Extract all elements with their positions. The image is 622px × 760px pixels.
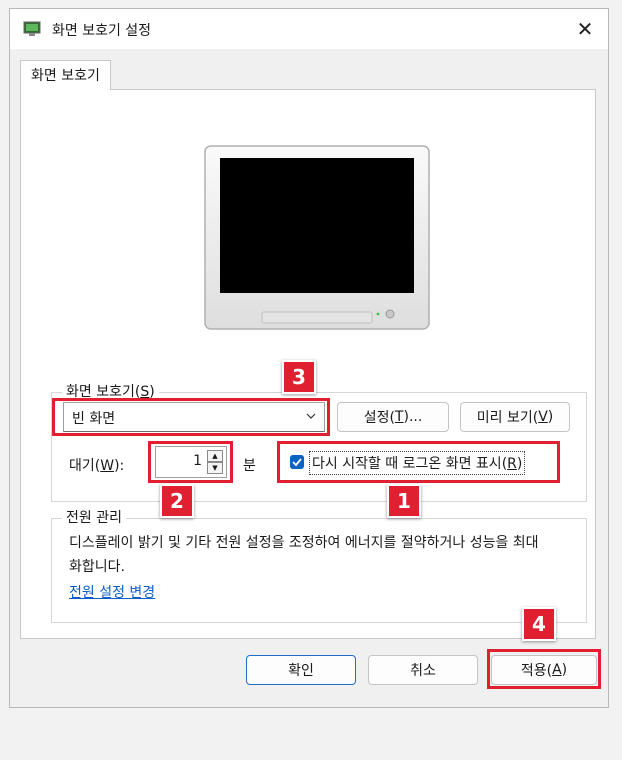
settings-button[interactable]: 설정(T)... — [337, 402, 449, 432]
annotation-marker-2: 2 — [160, 484, 194, 518]
power-description: 디스플레이 밝기 및 기타 전원 설정을 조정하여 에너지를 절약하거나 성능을… — [69, 535, 539, 575]
wait-label: 대기(W): — [69, 458, 125, 474]
ok-button[interactable]: 확인 — [246, 655, 356, 685]
title-bar: 화면 보호기 설정 ✕ — [10, 9, 608, 49]
screensaver-settings-window: 화면 보호기 설정 ✕ 화면 보호기 화면 보호기(S) 빈 화면 설정(T … — [9, 8, 609, 708]
tab-screensaver[interactable]: 화면 보호기 — [20, 60, 111, 90]
close-button[interactable]: ✕ — [562, 9, 608, 49]
annotation-box-2 — [148, 441, 233, 483]
annotation-box-4 — [487, 649, 601, 689]
monitor-icon — [23, 21, 41, 36]
window-title: 화면 보호기 설정 — [52, 23, 152, 39]
monitor-preview-image — [204, 145, 430, 330]
power-group-label: 전원 관리 — [62, 509, 126, 527]
annotation-box-1 — [277, 441, 560, 483]
annotation-marker-3: 3 — [282, 360, 316, 394]
change-power-settings-link[interactable]: 전원 설정 변경 — [69, 582, 155, 602]
preview-button[interactable]: 미리 보기(V) — [460, 402, 570, 432]
cancel-button[interactable]: 취소 — [368, 655, 478, 685]
wait-unit-label: 분 — [243, 458, 256, 474]
annotation-marker-1: 1 — [387, 484, 421, 518]
annotation-marker-4: 4 — [522, 607, 556, 641]
close-icon: ✕ — [576, 17, 594, 41]
annotation-box-3 — [52, 398, 330, 436]
